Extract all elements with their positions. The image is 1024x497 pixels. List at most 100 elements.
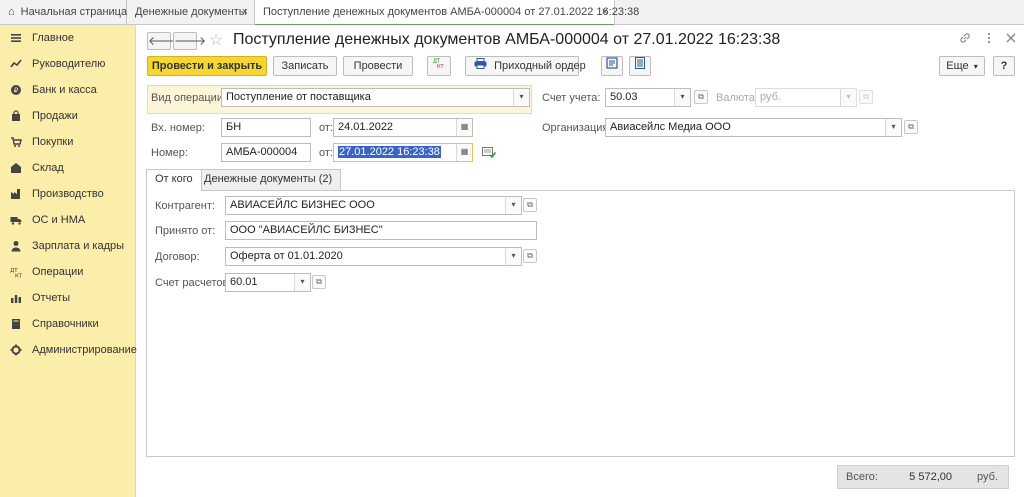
svg-text:КТ: КТ [437, 64, 445, 69]
sidebar-item-bank[interactable]: ₽ Банк и касса [0, 77, 136, 103]
org-select[interactable]: Авиасейлс Медиа ООО ▾ [605, 118, 902, 137]
cart-icon [10, 136, 22, 148]
total-currency: руб. [977, 471, 998, 483]
more-button[interactable]: Еще ▾ [939, 56, 985, 76]
calendar-icon[interactable]: ▦ [456, 144, 472, 161]
operation-select[interactable]: Поступление от поставщика ▾ [221, 88, 530, 107]
bag-icon [10, 110, 22, 122]
sidebar-item-production[interactable]: Производство [0, 181, 136, 207]
counterparty-select[interactable]: АВИАСЕЙЛС БИЗНЕС ООО ▾ [225, 196, 522, 215]
open-counterparty-icon[interactable]: ⧉ [523, 198, 537, 212]
sidebar-item-references[interactable]: Справочники [0, 311, 136, 337]
back-button[interactable]: 🡐 [147, 32, 180, 50]
page-title: Поступление денежных документов АМБА-000… [233, 31, 781, 48]
open-settlement-icon[interactable]: ⧉ [312, 275, 326, 289]
link-icon[interactable] [959, 32, 971, 47]
dtkt-button[interactable]: ДТ КТ [427, 56, 451, 76]
in-number-label: Вх. номер: [151, 122, 205, 134]
in-number-input[interactable]: БН [221, 118, 311, 137]
total-label: Всего: [846, 471, 878, 483]
sidebar-item-label: Руководителю [32, 58, 106, 70]
in-date-label: от: [319, 122, 333, 134]
close-icon[interactable]: × [242, 0, 248, 24]
person-icon [10, 240, 22, 252]
account-label: Счет учета: [542, 92, 601, 104]
sidebar-item-assets[interactable]: ОС и НМА [0, 207, 136, 233]
sidebar-item-purchases[interactable]: Покупки [0, 129, 136, 155]
close-icon[interactable]: × [602, 0, 608, 24]
svg-text:КТ: КТ [15, 274, 22, 279]
tab-home[interactable]: ⌂ Начальная страница [0, 0, 127, 25]
number-input[interactable]: АМБА-000004 [221, 143, 311, 162]
dropdown-icon[interactable]: ▾ [674, 89, 690, 106]
tab-cash-documents[interactable]: Денежные документы × [127, 0, 255, 25]
dtkt-icon: ДТ КТ [432, 57, 446, 75]
more-vertical-icon[interactable] [983, 32, 995, 47]
dropdown-icon[interactable]: ▾ [505, 248, 521, 265]
sidebar-item-sales[interactable]: Продажи [0, 103, 136, 129]
tab-cash-documents-list[interactable]: Денежные документы (2) [195, 169, 342, 190]
printer-icon [474, 57, 487, 75]
sidebar-item-warehouse[interactable]: Склад [0, 155, 136, 181]
open-contract-icon[interactable]: ⧉ [523, 249, 537, 263]
receipt-order-label: Приходный ордер [494, 60, 586, 72]
open-org-icon[interactable]: ⧉ [904, 120, 918, 134]
date-input[interactable]: 27.01.2022 16:23:38 ▦ [333, 143, 473, 162]
sidebar-item-operations[interactable]: ДТ КТ Операции [0, 259, 136, 285]
save-button[interactable]: Записать [273, 56, 337, 76]
structure-icon [606, 57, 618, 75]
trend-icon [10, 58, 22, 70]
account-select[interactable]: 50.03 ▾ [605, 88, 691, 107]
receipt-order-button[interactable]: Приходный ордер [465, 56, 586, 76]
date-label: от: [319, 147, 333, 159]
sidebar-item-label: Склад [32, 162, 64, 174]
list-button[interactable] [629, 56, 651, 76]
operation-label: Вид операции: [151, 92, 227, 104]
currency-select: руб. ▾ [755, 88, 857, 107]
dropdown-icon: ▾ [840, 89, 856, 106]
bar-chart-icon [10, 292, 22, 304]
dropdown-icon[interactable]: ▾ [294, 274, 310, 291]
truck-icon [10, 214, 22, 226]
in-date-input[interactable]: 24.01.2022 ▦ [333, 118, 473, 137]
tab-from-whom[interactable]: От кого [146, 169, 202, 191]
sidebar-item-main[interactable]: Главное [0, 25, 136, 51]
post-button[interactable]: Провести [343, 56, 413, 76]
tab-current-document[interactable]: Поступление денежных документов АМБА-000… [255, 0, 639, 26]
dropdown-icon[interactable]: ▾ [885, 119, 901, 136]
coin-icon: ₽ [10, 84, 22, 96]
chevron-down-icon: ▾ [973, 62, 978, 71]
dropdown-icon[interactable]: ▾ [505, 197, 521, 214]
dtkt-icon: ДТ КТ [10, 266, 22, 278]
sidebar: Главное Руководителю ₽ Банк и касса Прод… [0, 25, 137, 497]
contract-select[interactable]: Оферта от 01.01.2020 ▾ [225, 247, 522, 266]
open-account-icon[interactable]: ⧉ [694, 90, 708, 104]
list-icon [635, 57, 645, 75]
forward-button[interactable]: 🡒 [173, 32, 206, 50]
dropdown-icon[interactable]: ▾ [513, 89, 529, 106]
sidebar-item-salary[interactable]: Зарплата и кадры [0, 233, 136, 259]
sidebar-item-label: Справочники [32, 318, 99, 330]
post-and-close-button[interactable]: Провести и закрыть [147, 56, 267, 76]
sidebar-item-admin[interactable]: Администрирование [0, 337, 137, 363]
contract-label: Договор: [155, 251, 200, 263]
help-button[interactable]: ? [993, 56, 1015, 76]
close-window-icon[interactable] [1005, 32, 1017, 47]
sidebar-item-reports[interactable]: Отчеты [0, 285, 136, 311]
received-from-input[interactable]: ООО "АВИАСЕЙЛС БИЗНЕС" [225, 221, 537, 240]
calendar-icon[interactable]: ▦ [456, 119, 472, 136]
tab-home-label: Начальная страница [20, 6, 128, 18]
sidebar-item-manager[interactable]: Руководителю [0, 51, 136, 77]
operation-value: Поступление от поставщика [226, 91, 371, 103]
contract-value: Оферта от 01.01.2020 [230, 250, 343, 262]
received-from-label: Принято от: [155, 225, 216, 237]
gear-icon [10, 344, 22, 356]
account-value: 50.03 [610, 91, 638, 103]
apply-date-icon[interactable] [482, 146, 497, 161]
more-label: Еще [946, 60, 969, 72]
settlement-select[interactable]: 60.01 ▾ [225, 273, 311, 292]
structure-button[interactable] [601, 56, 623, 76]
sidebar-item-label: Главное [32, 32, 75, 44]
currency-value: руб. [760, 91, 781, 103]
favorite-star-icon[interactable]: ☆ [209, 30, 223, 50]
